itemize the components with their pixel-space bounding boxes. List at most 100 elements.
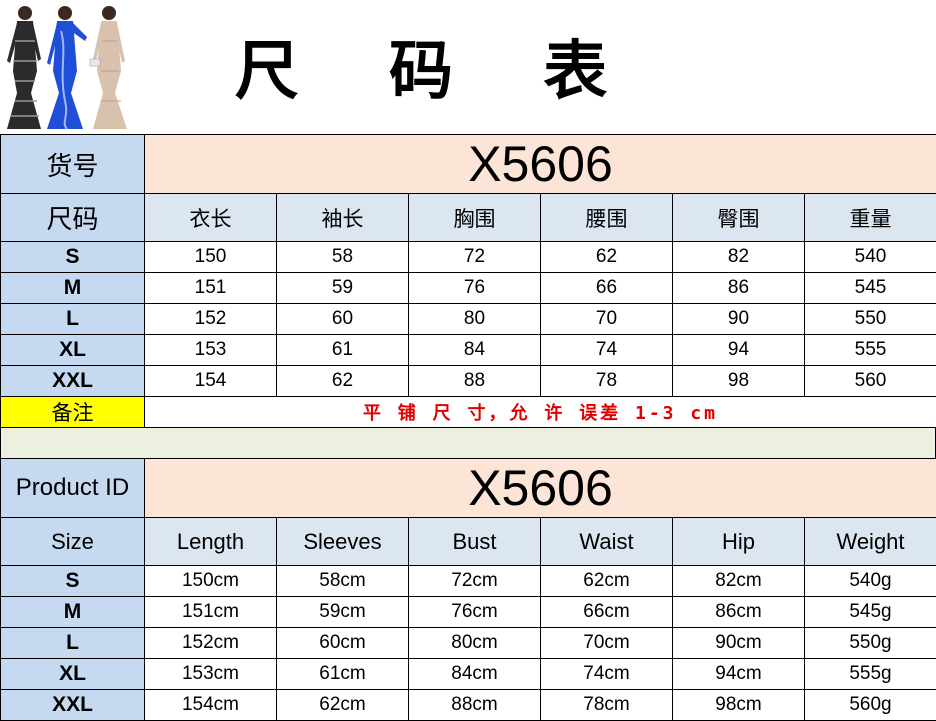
size-cell: M [0, 596, 145, 628]
value-cell: 86cm [672, 596, 805, 628]
table-row: XXL 154cm 62cm 88cm 78cm 98cm 560g [0, 689, 936, 721]
value-cell: 59 [276, 272, 409, 304]
value-cell: 82cm [672, 565, 805, 597]
size-column-label-cn: 尺码 [0, 193, 145, 242]
value-cell: 62cm [276, 689, 409, 721]
value-cell: 560g [804, 689, 936, 721]
size-cell: L [0, 627, 145, 659]
value-cell: 151cm [144, 596, 277, 628]
column-header-weight: Weight [804, 517, 936, 566]
value-cell: 555 [804, 334, 936, 366]
column-header-weight-cn: 重量 [804, 193, 936, 242]
value-cell: 78cm [540, 689, 673, 721]
table-row: XL 153cm 61cm 84cm 74cm 94cm 555g [0, 658, 936, 690]
value-cell: 76 [408, 272, 541, 304]
note-text: 平 铺 尺 寸，允 许 误差 1-3 cm [144, 396, 936, 428]
value-cell: 74 [540, 334, 673, 366]
section-divider [0, 428, 936, 458]
value-cell: 540g [804, 565, 936, 597]
product-id-label-en: Product ID [0, 458, 145, 518]
value-cell: 153cm [144, 658, 277, 690]
value-cell: 154cm [144, 689, 277, 721]
table-row: M 151 59 76 66 86 545 [0, 272, 936, 304]
column-header-bust: Bust [408, 517, 541, 566]
value-cell: 82 [672, 241, 805, 273]
value-cell: 150 [144, 241, 277, 273]
value-cell: 76cm [408, 596, 541, 628]
table-row: XL 153 61 84 74 94 555 [0, 334, 936, 366]
product-id-value-en: X5606 [144, 458, 936, 518]
page-title: 尺 码 表 [234, 34, 642, 109]
value-cell: 80 [408, 303, 541, 335]
value-cell: 70cm [540, 627, 673, 659]
value-cell: 78 [540, 365, 673, 397]
value-cell: 84cm [408, 658, 541, 690]
column-header-waist: Waist [540, 517, 673, 566]
value-cell: 62 [540, 241, 673, 273]
column-header-waist-cn: 腰围 [540, 193, 673, 242]
column-header-sleeves: Sleeves [276, 517, 409, 566]
size-cell: XL [0, 334, 145, 366]
value-cell: 90 [672, 303, 805, 335]
value-cell: 66cm [540, 596, 673, 628]
value-cell: 59cm [276, 596, 409, 628]
value-cell: 555g [804, 658, 936, 690]
value-cell: 58cm [276, 565, 409, 597]
value-cell: 70 [540, 303, 673, 335]
size-cell: XL [0, 658, 145, 690]
column-header-hip: Hip [672, 517, 805, 566]
size-cell: S [0, 565, 145, 597]
value-cell: 58 [276, 241, 409, 273]
column-header-length: Length [144, 517, 277, 566]
value-cell: 98cm [672, 689, 805, 721]
size-cell: S [0, 241, 145, 273]
value-cell: 80cm [408, 627, 541, 659]
column-header-length-cn: 衣长 [144, 193, 277, 242]
size-cell: XXL [0, 365, 145, 397]
table-row: M 151cm 59cm 76cm 66cm 86cm 545g [0, 596, 936, 628]
value-cell: 84 [408, 334, 541, 366]
table-row: XXL 154 62 88 78 98 560 [0, 365, 936, 397]
value-cell: 60 [276, 303, 409, 335]
column-header-bust-cn: 胸围 [408, 193, 541, 242]
value-cell: 66 [540, 272, 673, 304]
value-cell: 94cm [672, 658, 805, 690]
value-cell: 151 [144, 272, 277, 304]
value-cell: 550g [804, 627, 936, 659]
note-label: 备注 [0, 396, 145, 428]
value-cell: 88cm [408, 689, 541, 721]
value-cell: 560 [804, 365, 936, 397]
value-cell: 98 [672, 365, 805, 397]
value-cell: 61cm [276, 658, 409, 690]
value-cell: 152 [144, 303, 277, 335]
value-cell: 72cm [408, 565, 541, 597]
table-row: L 152 60 80 70 90 550 [0, 303, 936, 335]
header: 尺 码 表 [0, 0, 936, 134]
size-table-cn: 货号 X5606 尺码 衣长 袖长 胸围 腰围 臀围 重量 S 150 58 7… [0, 134, 936, 428]
value-cell: 540 [804, 241, 936, 273]
table-row: S 150cm 58cm 72cm 62cm 82cm 540g [0, 565, 936, 597]
value-cell: 90cm [672, 627, 805, 659]
value-cell: 86 [672, 272, 805, 304]
table-row: L 152cm 60cm 80cm 70cm 90cm 550g [0, 627, 936, 659]
size-cell: M [0, 272, 145, 304]
product-id-value-cn: X5606 [144, 134, 936, 194]
value-cell: 154 [144, 365, 277, 397]
size-cell: XXL [0, 689, 145, 721]
value-cell: 545 [804, 272, 936, 304]
value-cell: 94 [672, 334, 805, 366]
product-id-label-cn: 货号 [0, 134, 145, 194]
size-table-en: Product ID X5606 Size Length Sleeves Bus… [0, 458, 936, 721]
column-header-hip-cn: 臀围 [672, 193, 805, 242]
value-cell: 150cm [144, 565, 277, 597]
value-cell: 152cm [144, 627, 277, 659]
value-cell: 72 [408, 241, 541, 273]
column-header-sleeves-cn: 袖长 [276, 193, 409, 242]
value-cell: 545g [804, 596, 936, 628]
size-column-label-en: Size [0, 517, 145, 566]
table-row: S 150 58 72 62 82 540 [0, 241, 936, 273]
size-cell: L [0, 303, 145, 335]
value-cell: 74cm [540, 658, 673, 690]
value-cell: 153 [144, 334, 277, 366]
value-cell: 88 [408, 365, 541, 397]
